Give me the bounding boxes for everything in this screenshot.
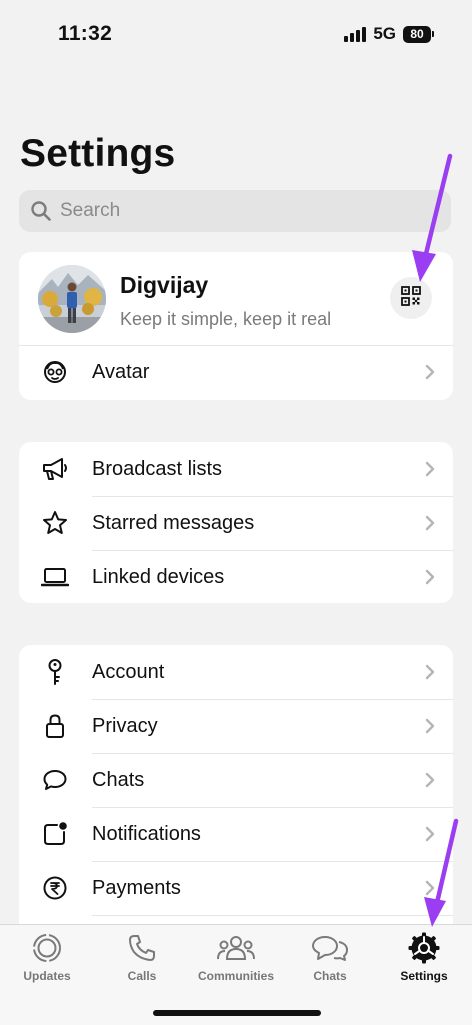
signal-icon — [344, 26, 367, 42]
qr-code-icon — [401, 285, 421, 311]
linked-devices-label: Linked devices — [92, 565, 225, 588]
updates-icon — [2, 931, 92, 965]
avatar-face-icon — [41, 358, 69, 386]
chevron-right-icon — [425, 826, 435, 842]
broadcast-lists-row[interactable]: Broadcast lists — [19, 442, 453, 496]
account-settings-card: Account Privacy Chats Notifications Paym… — [19, 645, 453, 945]
chats-icon — [285, 931, 375, 965]
tab-communities[interactable]: Communities — [185, 931, 287, 983]
rupee-icon — [41, 874, 69, 902]
profile-row[interactable]: Digvijay Keep it simple, keep it real — [19, 252, 453, 345]
phone-icon — [97, 931, 187, 965]
lock-icon — [41, 712, 69, 740]
tab-settings[interactable]: Settings — [379, 931, 469, 983]
network-type: 5G — [373, 24, 396, 43]
chevron-right-icon — [425, 772, 435, 788]
linked-devices-row[interactable]: Linked devices — [19, 550, 453, 603]
status-bar: 11:32 5G 80 — [0, 0, 472, 72]
tab-communities-label: Communities — [197, 969, 274, 983]
avatar-row[interactable]: Avatar — [19, 345, 453, 399]
home-indicator — [153, 1010, 321, 1016]
profile-photo[interactable] — [38, 265, 106, 333]
tab-calls-label: Calls — [127, 969, 157, 983]
battery-icon: 80 — [403, 25, 434, 43]
chevron-right-icon — [425, 461, 435, 477]
tab-updates-label: Updates — [23, 969, 71, 983]
tab-settings-label: Settings — [400, 969, 448, 983]
tab-calls[interactable]: Calls — [97, 931, 187, 983]
status-time: 11:32 — [58, 22, 113, 45]
privacy-row[interactable]: Privacy — [19, 699, 453, 753]
tab-chats[interactable]: Chats — [285, 931, 375, 983]
payments-row[interactable]: Payments — [19, 861, 453, 915]
tab-updates[interactable]: Updates — [2, 931, 92, 983]
key-icon — [41, 658, 69, 686]
chevron-right-icon — [425, 880, 435, 896]
profile-name: Digvijay — [120, 272, 209, 298]
avatar-row-label: Avatar — [92, 360, 150, 383]
account-row[interactable]: Account — [19, 645, 453, 699]
search-bar[interactable] — [19, 190, 451, 232]
profile-card: Digvijay Keep it simple, keep it real Av… — [19, 252, 453, 400]
starred-messages-row[interactable]: Starred messages — [19, 496, 453, 550]
notification-icon — [41, 820, 69, 848]
chevron-right-icon — [425, 664, 435, 680]
communities-icon — [185, 931, 287, 965]
chevron-right-icon — [425, 569, 435, 585]
megaphone-icon — [41, 455, 69, 483]
search-input[interactable] — [58, 199, 432, 223]
page-title: Settings — [20, 132, 176, 175]
chevron-right-icon — [425, 515, 435, 531]
privacy-label: Privacy — [92, 714, 158, 737]
tab-chats-label: Chats — [313, 969, 347, 983]
payments-label: Payments — [92, 876, 181, 899]
chats-label: Chats — [92, 768, 145, 791]
chat-bubble-icon — [41, 766, 69, 794]
profile-status: Keep it simple, keep it real — [120, 309, 332, 329]
notifications-label: Notifications — [92, 822, 201, 845]
notifications-row[interactable]: Notifications — [19, 807, 453, 861]
settings-gear-icon — [379, 931, 469, 965]
star-icon — [41, 509, 69, 537]
starred-messages-label: Starred messages — [92, 511, 255, 534]
qr-code-button[interactable] — [390, 277, 432, 319]
chats-row[interactable]: Chats — [19, 753, 453, 807]
lists-card: Broadcast lists Starred messages Linked … — [19, 442, 453, 603]
laptop-icon — [41, 563, 69, 591]
account-label: Account — [92, 660, 165, 683]
broadcast-lists-label: Broadcast lists — [92, 457, 223, 480]
chevron-right-icon — [425, 718, 435, 734]
search-icon — [30, 200, 52, 222]
chevron-right-icon — [425, 364, 435, 380]
status-indicators: 5G 80 — [344, 24, 434, 44]
battery-level: 80 — [403, 25, 431, 43]
